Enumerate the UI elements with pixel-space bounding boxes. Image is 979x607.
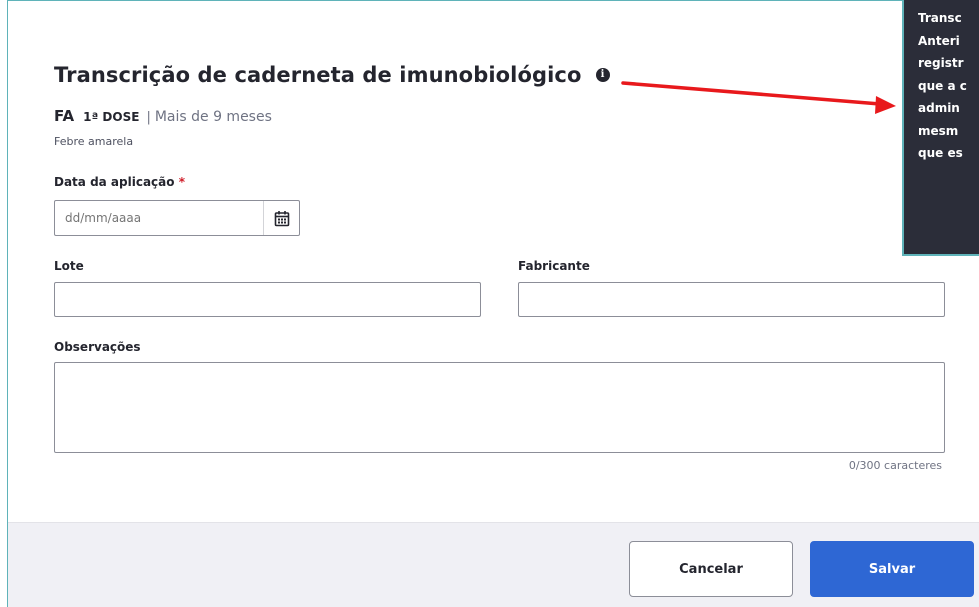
modal-footer: Cancelar Salvar	[8, 522, 979, 607]
tooltip-line: admin	[918, 101, 960, 115]
fabricante-label: Fabricante	[518, 259, 590, 273]
info-icon[interactable]: i	[595, 68, 610, 82]
observacoes-textarea[interactable]	[54, 362, 945, 453]
calendar-button[interactable]	[263, 201, 299, 235]
transcription-modal: Transcrição de caderneta de imunobiológi…	[7, 0, 979, 607]
title-row: Transcrição de caderneta de imunobiológi…	[54, 63, 610, 87]
date-label-text: Data da aplicação	[54, 175, 175, 189]
vaccine-name: Febre amarela	[54, 135, 134, 148]
cancel-button[interactable]: Cancelar	[629, 541, 793, 597]
tooltip-line: que es	[918, 146, 963, 160]
save-button[interactable]: Salvar	[810, 541, 974, 597]
tooltip-line: Transc	[918, 11, 962, 25]
vaccine-subtitle: FA 1ª DOSE | Mais de 9 meses	[54, 107, 272, 125]
character-counter: 0/300 caracteres	[848, 459, 942, 472]
date-input[interactable]	[65, 201, 265, 235]
calendar-icon	[274, 210, 289, 226]
tooltip-line: que a c	[918, 78, 967, 93]
tooltip-line: mesm	[918, 123, 959, 138]
lote-input[interactable]	[54, 282, 481, 317]
fabricante-input[interactable]	[518, 282, 945, 317]
tooltip-line: Anteri	[918, 33, 960, 48]
info-tooltip: Transc Anteri registr que a c admin mesm…	[902, 0, 979, 256]
required-mark: *	[178, 175, 185, 189]
separator: |	[146, 110, 151, 125]
observacoes-label: Observações	[54, 340, 141, 354]
tooltip-line: registr	[918, 56, 964, 70]
lote-label: Lote	[54, 259, 84, 273]
dose-label: 1ª DOSE	[83, 110, 140, 124]
modal-title: Transcrição de caderneta de imunobiológi…	[54, 63, 582, 87]
age-group: Mais de 9 meses	[154, 109, 272, 125]
date-label: Data da aplicação *	[54, 175, 185, 189]
vaccine-code: FA	[54, 107, 75, 125]
date-field	[54, 200, 300, 236]
